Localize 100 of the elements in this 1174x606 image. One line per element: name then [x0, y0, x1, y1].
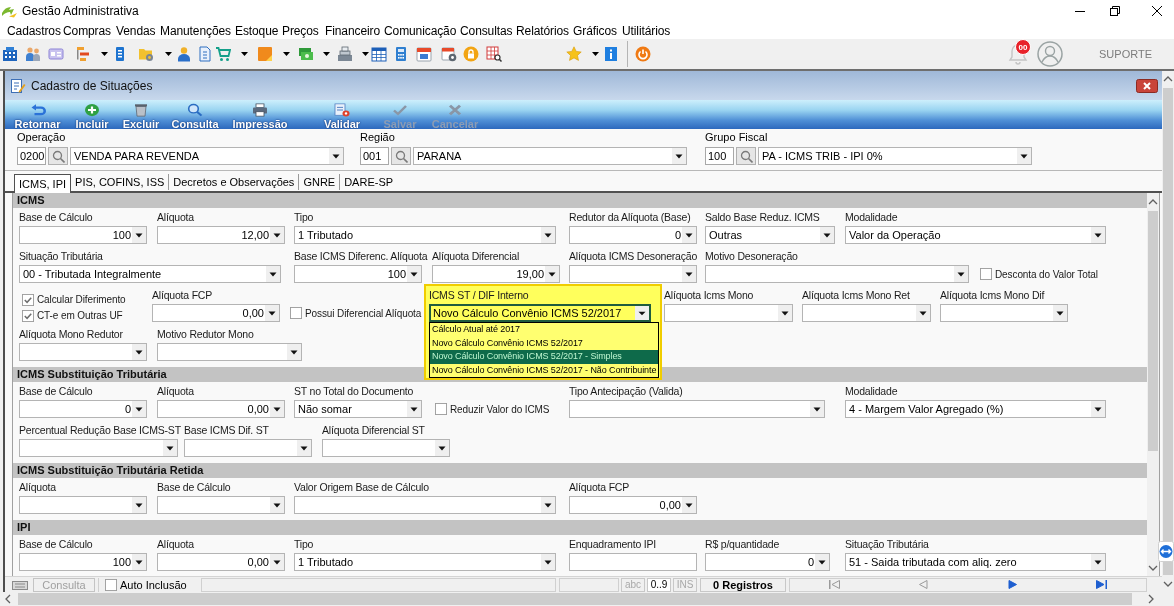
calculator-icon[interactable]	[393, 46, 409, 62]
menu-item[interactable]: Manutenções	[160, 23, 231, 38]
caret-icon[interactable]	[265, 305, 279, 321]
caret-icon[interactable]	[541, 497, 555, 513]
toolbar-button[interactable]: Retornar	[10, 100, 65, 129]
caret-icon[interactable]	[329, 148, 343, 164]
caret-icon[interactable]	[545, 266, 559, 282]
caret-icon[interactable]	[132, 497, 146, 513]
search-button[interactable]	[736, 147, 756, 165]
dropdown-field[interactable]: 100	[19, 553, 147, 571]
input-field[interactable]: 001	[360, 147, 389, 165]
menu-item[interactable]: Compras	[63, 23, 111, 38]
caret-icon[interactable]	[132, 344, 146, 360]
search-button[interactable]	[391, 147, 411, 165]
dropdown-field[interactable]: 0,00	[157, 553, 285, 571]
dropdown-field[interactable]: VENDA PARA REVENDA	[70, 147, 344, 165]
dropdown-option[interactable]: Novo Cálculo Convênio ICMS 52/2017	[430, 336, 659, 350]
menu-item[interactable]: Comunicação	[384, 23, 457, 38]
close-icon[interactable]	[1152, 6, 1162, 16]
dropdown-field[interactable]	[705, 265, 969, 283]
caret-icon[interactable]	[682, 497, 696, 513]
menu-item[interactable]: Gráficos	[573, 23, 617, 38]
menu-item[interactable]: Cadastros	[7, 23, 61, 38]
dropdown-field[interactable]: Outras	[705, 226, 835, 244]
checkbox[interactable]	[22, 309, 34, 322]
checkbox[interactable]	[290, 307, 302, 319]
list-icon[interactable]	[75, 46, 91, 62]
dropdown-field[interactable]: 0,00	[152, 304, 280, 322]
caret-icon[interactable]	[132, 227, 146, 243]
building-icon[interactable]	[2, 46, 18, 62]
dropdown-option[interactable]: Novo Cálculo Convênio ICMS 52/2017 - Não Contribuinte	[430, 363, 659, 377]
caret-icon[interactable]	[407, 266, 421, 282]
dropdown-field[interactable]: Não somar	[294, 400, 422, 418]
caret-icon[interactable]	[1091, 401, 1105, 417]
caret-icon[interactable]	[820, 227, 834, 243]
folder-icon[interactable]	[138, 46, 154, 62]
caret-icon[interactable]	[815, 554, 829, 570]
scroll-right-icon[interactable]	[1146, 594, 1156, 604]
dropdown-field[interactable]	[19, 496, 147, 514]
cart-icon[interactable]	[215, 46, 231, 62]
dropdown-field[interactable]: 12,00	[157, 226, 285, 244]
caret-icon[interactable]	[541, 554, 555, 570]
caret-icon[interactable]	[270, 497, 284, 513]
caret-icon[interactable]	[810, 401, 824, 417]
user-name[interactable]: SUPORTE	[1099, 48, 1152, 60]
restore-icon[interactable]	[1110, 6, 1120, 16]
dropdown-field[interactable]: 4 - Margem Valor Agregado (%)	[845, 400, 1106, 418]
scroll-left-icon[interactable]	[3, 594, 13, 604]
tab[interactable]: PIS, COFINS, ISS	[71, 174, 170, 190]
grid-icon[interactable]	[371, 46, 387, 62]
dropdown-field[interactable]: PARANA	[413, 147, 687, 165]
dropdown-field[interactable]: 1 Tributado	[294, 226, 556, 244]
checkbox[interactable]	[22, 293, 34, 306]
checkbox[interactable]	[105, 578, 117, 591]
caret-icon[interactable]	[435, 440, 449, 456]
search-button[interactable]	[48, 147, 68, 165]
dropdown-field[interactable]: 100	[294, 265, 422, 283]
dropdown-field[interactable]	[294, 496, 556, 514]
person-icon[interactable]	[176, 46, 192, 62]
menu-item[interactable]: Consultas	[460, 23, 513, 38]
money-icon[interactable]	[298, 46, 314, 62]
caret-icon[interactable]	[672, 148, 686, 164]
dropdown-field[interactable]: 0,00	[157, 400, 285, 418]
star-icon[interactable]	[566, 46, 582, 62]
checkbox[interactable]	[435, 403, 447, 415]
toolbar-button[interactable]: Excluir	[119, 100, 163, 129]
tray-icon[interactable]	[12, 578, 28, 591]
input-field[interactable]	[569, 553, 697, 571]
scroll-up-icon[interactable]	[1163, 74, 1173, 84]
menu-item[interactable]: Estoque	[235, 23, 279, 38]
input-field[interactable]: 100	[705, 147, 734, 165]
caret-icon[interactable]	[241, 52, 248, 56]
dropdown-field[interactable]: Novo Cálculo Convênio ICMS 52/2017	[429, 304, 651, 322]
dropdown-field[interactable]: PA - ICMS TRIB - IPI 0%	[758, 147, 1032, 165]
dropdown-field[interactable]	[157, 496, 285, 514]
dropdown-field[interactable]	[940, 304, 1068, 322]
caret-icon[interactable]	[1091, 227, 1105, 243]
bell-icon[interactable]	[1008, 42, 1028, 66]
people-icon[interactable]	[25, 46, 41, 62]
caret-icon[interactable]	[1017, 148, 1031, 164]
caret-icon[interactable]	[165, 52, 172, 56]
menu-item[interactable]: Preços	[282, 23, 319, 38]
caret-icon[interactable]	[362, 52, 369, 56]
toolbar-button[interactable]: Consulta	[163, 100, 227, 129]
scrollbar-thumb[interactable]	[1163, 88, 1173, 575]
tab[interactable]: ICMS, IPI	[14, 174, 72, 193]
dropdown-field[interactable]	[322, 439, 450, 457]
dropdown-field[interactable]: 0	[569, 226, 697, 244]
caret-icon[interactable]	[916, 305, 930, 321]
caret-icon[interactable]	[270, 227, 284, 243]
dropdown-field[interactable]: 19,00	[432, 265, 560, 283]
caret-icon[interactable]	[270, 401, 284, 417]
dropdown-option[interactable]: Cálculo Atual até 2017	[430, 323, 659, 337]
caret-icon[interactable]	[323, 52, 330, 56]
dropdown-field[interactable]: 51 - Saida tributada com aliq. zero	[845, 553, 1106, 571]
dropdown-field[interactable]	[664, 304, 793, 322]
menu-item[interactable]: Utilitários	[622, 23, 671, 38]
dropdown-field[interactable]	[569, 265, 697, 283]
caret-icon[interactable]	[283, 52, 290, 56]
vertical-scrollbar[interactable]	[1147, 193, 1159, 576]
